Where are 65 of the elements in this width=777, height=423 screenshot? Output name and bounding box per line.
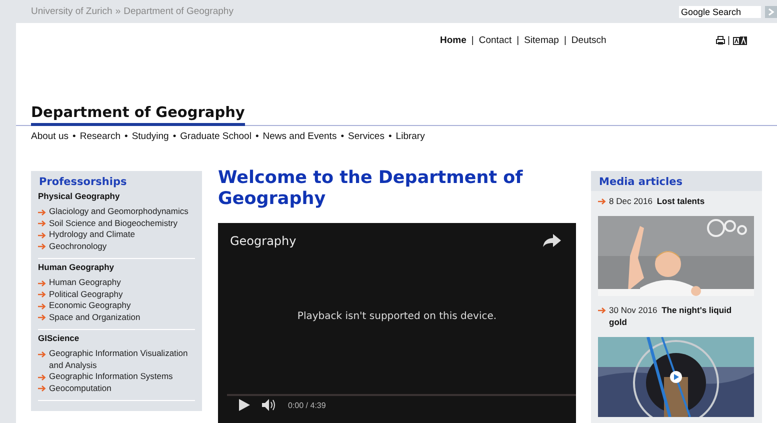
- video-player[interactable]: Geography Playback isn't supported on this device. 0:00 / 4:39: [218, 223, 576, 423]
- sidebar-link[interactable]: Space and Organization: [49, 312, 140, 323]
- nav-link[interactable]: News and Events: [262, 131, 337, 142]
- nav-separator: •: [72, 131, 76, 142]
- nav-separator: •: [255, 131, 259, 142]
- site-title: Department of Geography: [31, 105, 245, 126]
- nav-separator: •: [124, 131, 128, 142]
- arrow-icon: [38, 232, 46, 238]
- sidebar-link[interactable]: Geocomputation: [49, 382, 112, 394]
- nav-link[interactable]: Studying: [132, 131, 169, 142]
- link-separator: |: [564, 35, 566, 46]
- arrow-icon: [38, 243, 46, 250]
- breadcrumb-separator: »: [115, 6, 121, 17]
- nav-link[interactable]: Library: [396, 131, 425, 142]
- arrow-icon: [38, 350, 46, 358]
- group-heading: Physical Geography: [38, 191, 121, 201]
- nav-link[interactable]: Graduate School: [180, 131, 252, 142]
- sidebar-link[interactable]: Soil Science and Biogeochemistry: [49, 218, 178, 229]
- sidebar-link[interactable]: Human Geography: [49, 277, 121, 288]
- arrow-icon: [598, 306, 606, 314]
- sidebar-link[interactable]: Geochronology: [49, 240, 107, 252]
- article-link[interactable]: 30 Nov 2016 The night's liquid gold: [609, 304, 744, 328]
- share-icon[interactable]: [543, 234, 561, 248]
- arrow-icon: [38, 385, 46, 392]
- group-heading: Human Geography: [38, 262, 116, 272]
- arrow-icon: [38, 208, 46, 216]
- link-separator: |: [516, 35, 520, 46]
- video-message: Playback isn't supported on this device.: [296, 311, 498, 322]
- nav-link[interactable]: About us: [31, 131, 68, 142]
- service-link[interactable]: Deutsch: [571, 35, 606, 46]
- nav-separator: •: [388, 131, 392, 142]
- page-heading: Welcome to the Department of Geography: [218, 168, 524, 210]
- sidebar-link[interactable]: Glaciology and Geomorphodynamics: [49, 206, 188, 218]
- arrow-icon: [38, 291, 46, 298]
- nav-separator: •: [340, 131, 344, 142]
- group-heading: GIScience: [38, 333, 80, 343]
- print-icon[interactable]: [716, 36, 725, 45]
- search-field[interactable]: Google Search: [679, 6, 761, 18]
- play-icon[interactable]: [239, 399, 250, 411]
- sidebar-title: Professorships: [38, 176, 128, 188]
- nav-separator: •: [172, 131, 176, 142]
- sidebar-link[interactable]: Economic Geography: [49, 300, 131, 312]
- nav-link[interactable]: Services: [348, 131, 384, 142]
- video-time: 0:00 / 4:39: [288, 400, 326, 410]
- article-link[interactable]: 8 Dec 2016 Lost talents: [609, 195, 705, 207]
- video-title: Geography: [230, 234, 296, 248]
- arrow-icon: [38, 220, 46, 227]
- service-link[interactable]: Contact: [478, 35, 512, 46]
- arrow-icon: [38, 374, 46, 380]
- volume-icon[interactable]: [262, 399, 276, 411]
- tool-separator: |: [728, 35, 730, 46]
- font-size-icon[interactable]: [733, 36, 747, 45]
- sidebar-link[interactable]: Geographic Information Systems: [49, 371, 173, 382]
- sidebar-link[interactable]: Political Geography: [49, 288, 123, 300]
- arrow-icon: [598, 198, 606, 204]
- arrow-icon: [38, 302, 46, 310]
- arrow-icon: [38, 314, 46, 321]
- sidebar-link[interactable]: Hydrology and Climate: [49, 229, 135, 240]
- media-title: Media articles: [591, 171, 762, 191]
- arrow-icon: [38, 280, 46, 286]
- nav-link[interactable]: Research: [80, 131, 120, 142]
- link-separator: |: [471, 35, 474, 46]
- service-link[interactable]: Sitemap: [524, 35, 559, 46]
- service-link[interactable]: Home: [440, 35, 466, 46]
- sidebar-link[interactable]: Geographic Information Visualization and Analysis: [49, 348, 195, 371]
